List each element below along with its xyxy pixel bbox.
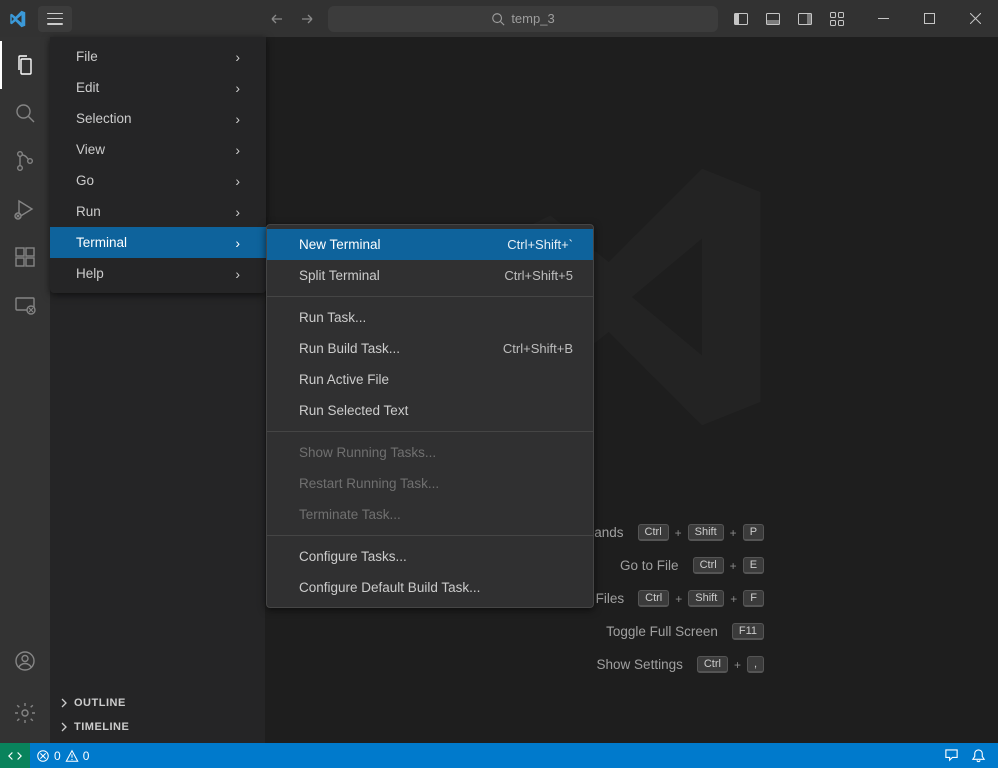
menu-item-help[interactable]: Help›: [50, 258, 266, 289]
vscode-logo-icon: [0, 10, 34, 28]
chevron-right-icon: ›: [235, 49, 240, 65]
sidebar-section-label: OUTLINE: [74, 697, 126, 709]
chevron-right-icon: ›: [235, 173, 240, 189]
activity-bar: [0, 37, 50, 743]
chevron-right-icon: ›: [235, 142, 240, 158]
submenu-item-run-selected-text[interactable]: Run Selected Text: [267, 395, 593, 426]
main-menu-dropdown: File› Edit› Selection› View› Go› Run› Te…: [50, 37, 266, 293]
activity-source-control[interactable]: [0, 137, 50, 185]
nav-back-button[interactable]: [264, 6, 290, 32]
activity-accounts[interactable]: [0, 637, 50, 685]
status-feedback-button[interactable]: [938, 748, 965, 763]
terminal-submenu: New TerminalCtrl+Shift+` Split TerminalC…: [266, 224, 594, 608]
menu-separator: [267, 431, 593, 432]
title-bar: temp_3: [0, 0, 998, 37]
toggle-secondary-sidebar-button[interactable]: [790, 6, 820, 32]
menu-separator: [267, 535, 593, 536]
submenu-item-terminate-task[interactable]: Terminate Task...: [267, 499, 593, 530]
submenu-item-run-active-file[interactable]: Run Active File: [267, 364, 593, 395]
status-bar: 0 0: [0, 743, 998, 768]
menu-item-edit[interactable]: Edit›: [50, 72, 266, 103]
chevron-right-icon: ›: [235, 204, 240, 220]
chevron-right-icon: [58, 697, 70, 709]
status-notifications-button[interactable]: [965, 748, 992, 763]
warning-icon: [65, 749, 79, 763]
submenu-item-run-task[interactable]: Run Task...: [267, 302, 593, 333]
chevron-right-icon: ›: [235, 266, 240, 282]
toggle-panel-button[interactable]: [758, 6, 788, 32]
activity-explorer[interactable]: [0, 41, 50, 89]
window-maximize-button[interactable]: [906, 0, 952, 37]
chevron-right-icon: ›: [235, 111, 240, 127]
sidebar-section-outline[interactable]: OUTLINE: [50, 691, 265, 715]
activity-extensions[interactable]: [0, 233, 50, 281]
search-placeholder-text: temp_3: [511, 11, 554, 26]
menu-separator: [267, 296, 593, 297]
error-icon: [36, 749, 50, 763]
submenu-item-configure-default-build-task[interactable]: Configure Default Build Task...: [267, 572, 593, 603]
nav-forward-button[interactable]: [294, 6, 320, 32]
search-icon: [491, 12, 505, 26]
menu-item-selection[interactable]: Selection›: [50, 103, 266, 134]
activity-settings[interactable]: [0, 689, 50, 737]
menu-item-view[interactable]: View›: [50, 134, 266, 165]
window-close-button[interactable]: [952, 0, 998, 37]
submenu-item-split-terminal[interactable]: Split TerminalCtrl+Shift+5: [267, 260, 593, 291]
chevron-right-icon: ›: [235, 235, 240, 251]
chevron-right-icon: [58, 721, 70, 733]
status-warning-count: 0: [83, 749, 90, 763]
submenu-item-configure-tasks[interactable]: Configure Tasks...: [267, 541, 593, 572]
submenu-item-run-build-task[interactable]: Run Build Task...Ctrl+Shift+B: [267, 333, 593, 364]
command-center-search[interactable]: temp_3: [328, 6, 718, 32]
customize-layout-button[interactable]: [822, 6, 852, 32]
menu-item-go[interactable]: Go›: [50, 165, 266, 196]
submenu-item-restart-running-task[interactable]: Restart Running Task...: [267, 468, 593, 499]
sidebar-section-timeline[interactable]: TIMELINE: [50, 715, 265, 739]
submenu-item-new-terminal[interactable]: New TerminalCtrl+Shift+`: [267, 229, 593, 260]
activity-run-debug[interactable]: [0, 185, 50, 233]
welcome-row: Toggle Full Screen F11: [499, 623, 764, 640]
submenu-item-show-running-tasks[interactable]: Show Running Tasks...: [267, 437, 593, 468]
chevron-right-icon: ›: [235, 80, 240, 96]
toggle-primary-sidebar-button[interactable]: [726, 6, 756, 32]
status-remote-button[interactable]: [0, 743, 30, 768]
hamburger-icon: [47, 13, 63, 25]
welcome-row: Show Settings Ctrl+,: [499, 656, 764, 673]
menu-item-terminal[interactable]: Terminal›: [50, 227, 266, 258]
activity-search[interactable]: [0, 89, 50, 137]
menu-item-file[interactable]: File›: [50, 41, 266, 72]
welcome-row-label: Toggle Full Screen: [606, 624, 718, 639]
activity-remote[interactable]: [0, 281, 50, 329]
sidebar-section-label: TIMELINE: [74, 721, 129, 733]
window-minimize-button[interactable]: [860, 0, 906, 37]
welcome-row-label: Show Settings: [597, 657, 683, 672]
status-error-count: 0: [54, 749, 61, 763]
menu-item-run[interactable]: Run›: [50, 196, 266, 227]
hamburger-menu-button[interactable]: [38, 6, 72, 32]
welcome-row-label: Go to File: [620, 558, 679, 573]
status-problems[interactable]: 0 0: [30, 743, 95, 768]
